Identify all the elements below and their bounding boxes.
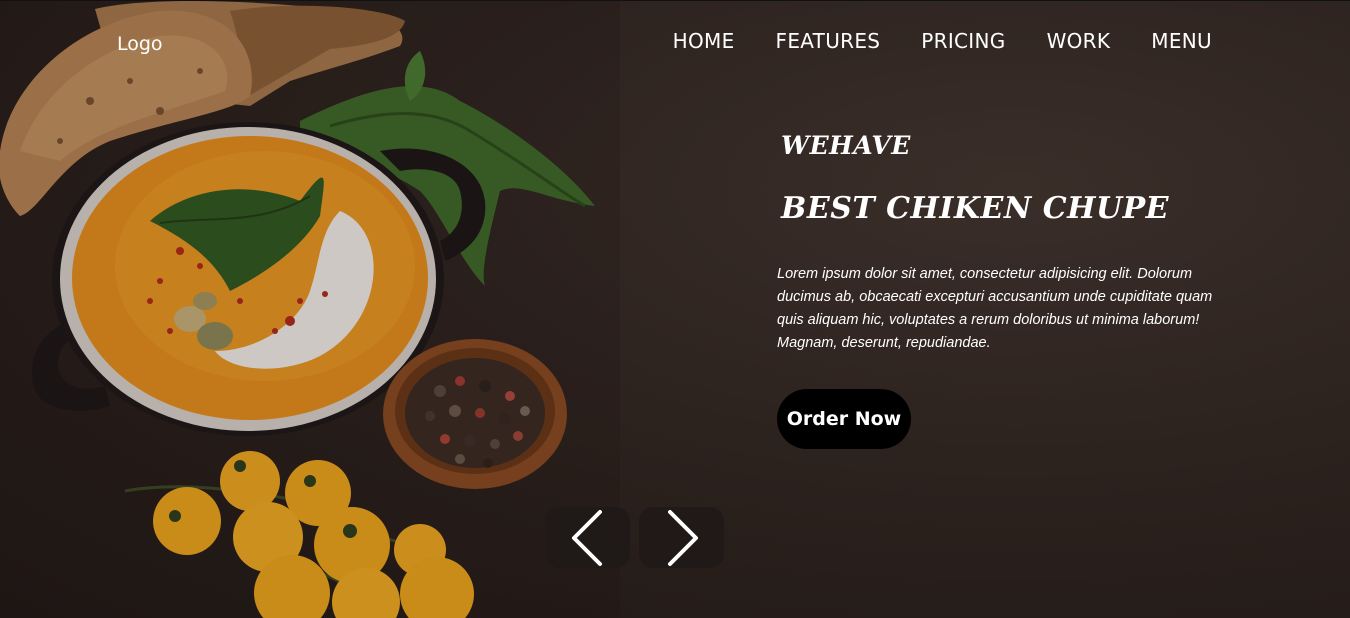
hero-description: Lorem ipsum dolor sit amet, consectetur … [777,266,1213,351]
main-nav: HOME FEATURES PRICING WORK MENU [673,29,1212,53]
hero-title: BEST CHIKEN CHUPE [781,191,1170,226]
logo[interactable]: Logo [117,33,163,55]
order-now-button[interactable]: Order Now [777,389,911,449]
nav-menu[interactable]: MENU [1151,29,1212,53]
nav-features[interactable]: FEATURES [776,29,881,53]
hero-kicker: WEHAVE [781,131,911,160]
hero-section: Logo HOME FEATURES PRICING WORK MENU WEH… [0,0,1350,618]
food-image [0,1,620,618]
chevron-right-icon [667,509,698,566]
nav-home[interactable]: HOME [673,29,735,53]
slider-next-button[interactable] [639,507,724,568]
chevron-left-icon [571,509,602,566]
nav-work[interactable]: WORK [1047,29,1111,53]
nav-pricing[interactable]: PRICING [921,29,1005,53]
slider-prev-button[interactable] [545,507,630,568]
